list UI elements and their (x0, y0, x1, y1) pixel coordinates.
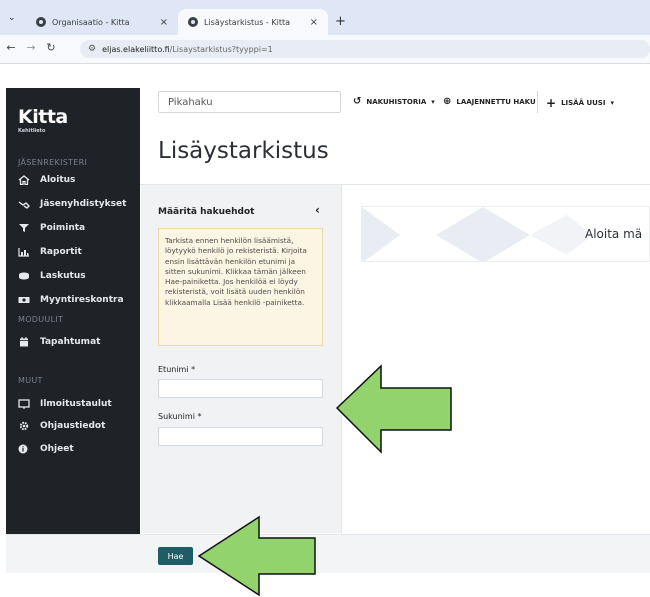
close-tab-icon[interactable]: × (310, 17, 318, 28)
chevron-down-icon: ▾ (610, 99, 614, 107)
search-history-label: NAKUHISTORIA (366, 97, 427, 106)
advanced-search-label: LAAJENNETTU HAKU (456, 97, 536, 106)
panel-divider (341, 185, 342, 533)
sidebar-item-aloitus[interactable]: Aloitus (18, 172, 75, 188)
quick-search-placeholder: Pikahaku (168, 96, 213, 108)
sidebar-item-label: Poiminta (40, 223, 86, 233)
quick-search-input[interactable]: Pikahaku (158, 91, 341, 113)
sidebar-item-ohjeet[interactable]: Ohjeet (18, 441, 74, 457)
money-icon (18, 297, 30, 303)
close-tab-icon[interactable]: × (160, 17, 168, 28)
search-button[interactable]: Hae (158, 547, 193, 565)
plus-icon: + (546, 96, 557, 110)
calendar-icon (20, 337, 28, 347)
toolbar-divider (537, 91, 538, 113)
browser-tab-organisaatio[interactable]: Organisaatio - Kitta × (26, 9, 178, 35)
back-icon[interactable]: ← (3, 39, 19, 57)
logo-subtitle: Kehitlieto (18, 128, 46, 134)
home-icon (18, 175, 30, 185)
globe-icon (36, 17, 46, 27)
sidebar-item-label: Tapahtumat (40, 337, 101, 347)
section-muut: MUUT (18, 376, 43, 385)
browser-tab-lisaystarkistus[interactable]: Lisäystarkistus - Kitta × (178, 9, 328, 35)
sidebar-item-label: Myyntireskontra (40, 295, 124, 305)
section-moduulit: MODUULIT (18, 315, 64, 324)
search-plus-icon: ⊕ (443, 96, 452, 107)
cog-icon (19, 421, 29, 431)
url-host: eljas.elakeliitto.fi (102, 44, 170, 54)
reload-icon[interactable]: ↻ (43, 39, 59, 57)
sidebar-item-myyntireskontra[interactable]: Myyntireskontra (18, 292, 124, 308)
search-history-menu[interactable]: ↺ NAKUHISTORIA ▾ (353, 96, 435, 107)
sidebar (6, 88, 140, 534)
board-icon (18, 399, 30, 409)
forward-icon[interactable]: → (23, 39, 39, 57)
sidebar-item-poiminta[interactable]: Poiminta (18, 220, 85, 236)
add-new-menu[interactable]: + LISÄÄ UUSI ▾ (546, 96, 614, 110)
coins-icon (19, 272, 29, 280)
sidebar-item-raportit[interactable]: Raportit (18, 244, 82, 260)
sidebar-item-label: Ohjaustiedot (40, 421, 106, 431)
new-tab-button[interactable]: + (335, 14, 346, 29)
chart-icon (18, 248, 29, 257)
page-gap (0, 64, 650, 88)
handshake-icon (18, 201, 30, 209)
sidebar-item-tapahtumat[interactable]: Tapahtumat (18, 334, 100, 350)
history-icon: ↺ (353, 96, 362, 107)
panel-title: Määritä hakuehdot (158, 207, 255, 217)
tab-title: Lisäystarkistus - Kitta (204, 17, 290, 27)
sidebar-item-jasenyhdistykset[interactable]: Jäsenyhdistykset (18, 196, 126, 212)
annotation-arrow-icon (335, 364, 452, 454)
url-field[interactable]: ⚙ eljas.elakeliitto.fi/Lisaystarkistus?t… (80, 40, 650, 58)
app-logo[interactable]: Kitta (18, 106, 68, 128)
footer-bar (6, 534, 650, 573)
sidebar-item-label: Jäsenyhdistykset (40, 199, 127, 209)
url-path: /Lisaystarkistus?tyyppi=1 (169, 44, 273, 54)
sidebar-item-label: Aloitus (40, 175, 76, 185)
first-name-field[interactable] (158, 379, 323, 398)
last-name-field[interactable] (158, 427, 323, 446)
section-jasenrekisteri: JÄSENREKISTERI (18, 158, 88, 167)
sidebar-item-label: Ilmoitustaulut (40, 399, 112, 409)
page-title: Lisäystarkistus (158, 138, 329, 164)
sidebar-item-ilmoitustaulut[interactable]: Ilmoitustaulut (18, 396, 112, 412)
site-settings-icon[interactable]: ⚙ (88, 44, 96, 54)
sidebar-item-label: Raportit (40, 247, 82, 257)
collapse-panel-icon[interactable]: ‹ (315, 203, 320, 217)
chevron-down-icon: ▾ (431, 97, 435, 106)
advanced-search-link[interactable]: ⊕ LAAJENNETTU HAKU (443, 96, 536, 107)
sidebar-item-ohjaustiedot[interactable]: Ohjaustiedot (18, 418, 105, 434)
banner-text: Aloita mä (585, 227, 643, 241)
tab-search-icon[interactable]: ⌄ (8, 13, 16, 23)
tab-title: Organisaatio - Kitta (52, 17, 130, 27)
sidebar-item-label: Ohjeet (40, 444, 74, 454)
sidebar-item-label: Laskutus (40, 271, 86, 281)
last-name-label: Sukunimi * (158, 412, 202, 421)
filter-icon (19, 224, 29, 232)
globe-icon (188, 17, 198, 27)
first-name-label: Etunimi * (158, 365, 196, 374)
info-box: Tarkista ennen henkilön lisäämistä, löyt… (158, 228, 323, 346)
info-icon (18, 444, 28, 454)
sidebar-item-laskutus[interactable]: Laskutus (18, 268, 86, 284)
add-new-label: LISÄÄ UUSI (561, 99, 606, 107)
annotation-arrow-icon (197, 515, 316, 597)
